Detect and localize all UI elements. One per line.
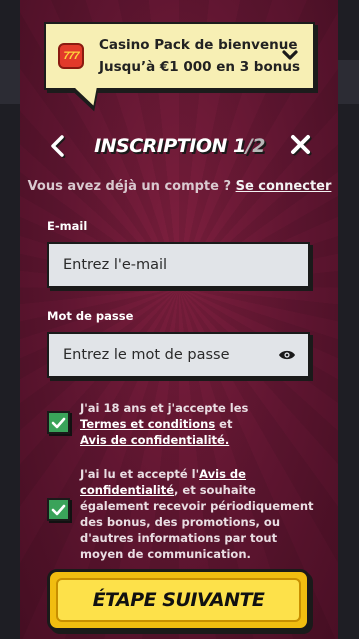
- next-step-button[interactable]: ÉTAPE SUIVANTE: [47, 569, 310, 631]
- checkmark-icon: [51, 417, 66, 428]
- terms-and-text: et: [215, 417, 233, 431]
- password-field-wrapper: [47, 332, 310, 378]
- close-icon[interactable]: [289, 133, 313, 157]
- bonus-subtitle: Jusqu’à €1 000 en 3 bonus: [99, 59, 301, 75]
- login-link[interactable]: Se connecter: [236, 179, 332, 194]
- marketing-text-prefix: J'ai lu et accepté l': [80, 467, 200, 481]
- password-field[interactable]: [49, 334, 308, 376]
- terms-link[interactable]: Termes et conditions: [80, 417, 215, 431]
- marketing-consent-text: J'ai lu et accepté l'Avis de confidentia…: [80, 466, 320, 562]
- checkmark-icon: [51, 504, 66, 515]
- email-field[interactable]: [49, 244, 308, 286]
- title-main: INSCRIPTION 1: [94, 135, 246, 157]
- login-prompt: Vous avez déjà un compte ? Se connecter: [0, 179, 359, 194]
- terms-checkbox[interactable]: [47, 411, 70, 434]
- email-label: E-mail: [47, 219, 88, 233]
- title-total: 2: [252, 135, 265, 157]
- password-label: Mot de passe: [47, 309, 134, 323]
- privacy-link[interactable]: Avis de confidentialité.: [80, 433, 229, 447]
- slot-machine-icon: 777: [58, 43, 84, 69]
- terms-consent-text: J'ai 18 ans et j'accepte les Termes et c…: [80, 400, 320, 448]
- login-prompt-text: Vous avez déjà un compte ?: [27, 179, 232, 194]
- eye-icon[interactable]: [278, 348, 296, 362]
- next-step-label: ÉTAPE SUIVANTE: [92, 589, 265, 611]
- chevron-down-icon[interactable]: [279, 44, 301, 66]
- terms-text-prefix: J'ai 18 ans et j'accepte les: [80, 401, 249, 415]
- marketing-checkbox[interactable]: [47, 498, 70, 521]
- email-field-wrapper: [47, 242, 310, 288]
- bonus-title: Casino Pack de bienvenue: [99, 37, 298, 53]
- welcome-bonus-banner[interactable]: 777 Casino Pack de bienvenue Jusqu’à €1 …: [44, 22, 315, 90]
